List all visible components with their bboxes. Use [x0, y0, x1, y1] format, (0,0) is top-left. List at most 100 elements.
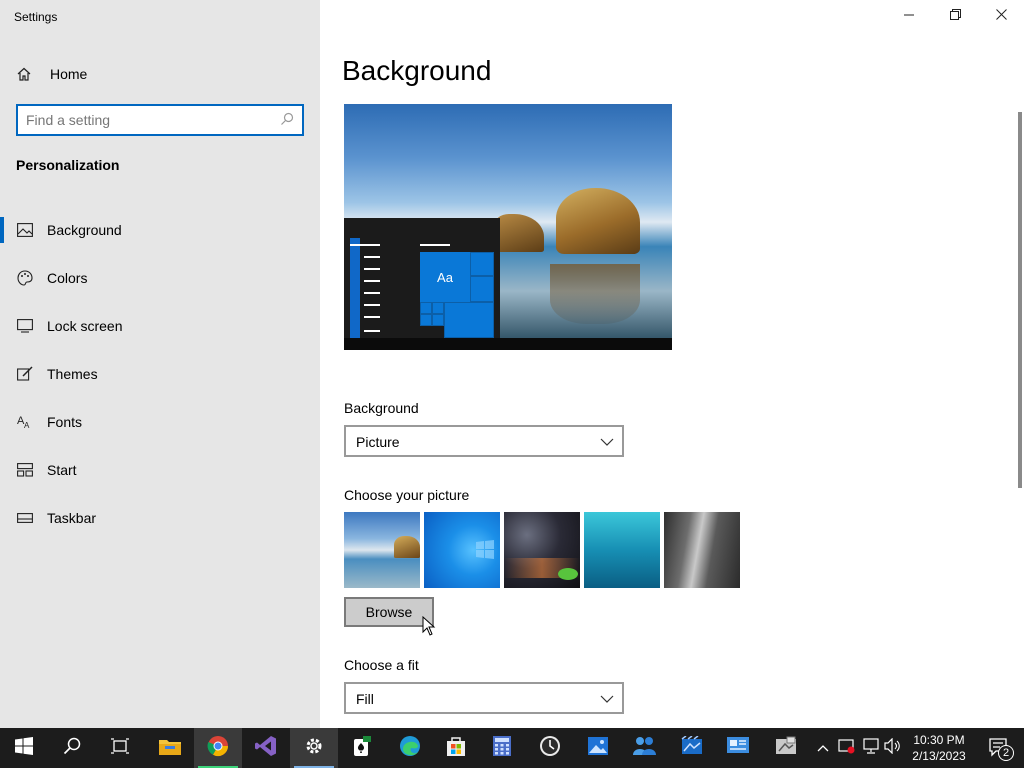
mouse-cursor-icon [422, 615, 436, 641]
taskbar-file-explorer[interactable] [146, 728, 194, 768]
people-icon [632, 735, 656, 762]
background-label: Background [344, 400, 419, 416]
preview-start-rail [350, 238, 360, 338]
close-icon [995, 7, 1007, 25]
action-center-button[interactable]: 2 [980, 728, 1020, 768]
preview-tile-aa: Aa [420, 252, 470, 302]
sidebar-item-colors[interactable]: Colors [0, 254, 320, 302]
taskbar-solitaire[interactable] [338, 728, 386, 768]
app-icon [726, 736, 750, 761]
preview-menu-line [364, 316, 380, 318]
preview-menu-line [364, 268, 380, 270]
sidebar-item-lock-screen[interactable]: Lock screen [0, 302, 320, 350]
calculator-icon [492, 735, 512, 762]
notification-icon: 2 [988, 737, 1014, 761]
taskbar-photos[interactable] [574, 728, 622, 768]
chevron-up-icon [817, 739, 829, 757]
task-view-icon [111, 737, 129, 759]
taskbar-chrome[interactable] [194, 728, 242, 768]
picture-thumb-windows-light[interactable] [424, 512, 500, 588]
preview-menu-line [364, 280, 380, 282]
sidebar-home[interactable]: Home [16, 62, 306, 86]
store-icon [445, 735, 467, 762]
sidebar-item-background[interactable]: Background [0, 206, 320, 254]
fit-dropdown[interactable]: Fill [344, 682, 624, 714]
tray-volume-button[interactable] [882, 728, 904, 768]
fit-dropdown-value: Fill [356, 691, 374, 707]
tray-security-button[interactable] [836, 728, 858, 768]
sidebar-item-themes[interactable]: Themes [0, 350, 320, 398]
picture-icon [17, 222, 33, 238]
browse-button[interactable]: Browse [344, 597, 434, 627]
taskbar-settings[interactable] [290, 728, 338, 768]
restore-icon [949, 7, 961, 25]
taskbar-clock[interactable]: 10:30 PM 2/13/2023 [906, 732, 972, 764]
taskbar-movies-tv[interactable] [668, 728, 716, 768]
choose-picture-label: Choose your picture [344, 487, 470, 503]
taskbar-store[interactable] [432, 728, 480, 768]
sidebar-item-label: Colors [47, 270, 88, 286]
notification-count-badge: 2 [998, 745, 1014, 761]
picture-thumb-night-sky[interactable] [504, 512, 580, 588]
sidebar-item-start[interactable]: Start [0, 446, 320, 494]
taskbar-visual-studio[interactable] [242, 728, 290, 768]
taskbar-search-button[interactable] [48, 728, 96, 768]
search-input[interactable] [26, 111, 276, 129]
palette-icon [17, 270, 33, 286]
taskbar-app[interactable] [714, 728, 762, 768]
search-icon [63, 737, 81, 760]
sidebar: Settings Home Personalization Background… [0, 0, 320, 728]
search-box[interactable] [16, 104, 304, 136]
preview-tile [432, 302, 444, 314]
app-title: Settings [14, 10, 58, 24]
sidebar-item-label: Fonts [47, 414, 83, 430]
preview-tile [420, 302, 432, 314]
taskbar-edge[interactable] [386, 728, 434, 768]
alarms-clock-icon [539, 735, 561, 762]
security-alert-icon [838, 738, 856, 759]
taskbar-alarms-clock[interactable] [526, 728, 574, 768]
preview-taskbar [344, 338, 672, 350]
movies-tv-icon [681, 734, 703, 761]
section-title: Personalization [16, 157, 120, 173]
restore-button[interactable] [932, 0, 978, 32]
taskbar: 10:30 PM 2/13/2023 2 [0, 728, 1024, 768]
sidebar-item-label: Lock screen [47, 318, 123, 334]
chrome-icon [207, 735, 229, 762]
solitaire-icon [351, 735, 373, 762]
minimize-button[interactable] [886, 0, 932, 32]
preview-tile [444, 302, 494, 338]
lock-screen-icon [17, 318, 33, 334]
tray-chevron-button[interactable] [812, 728, 834, 768]
home-icon [16, 66, 32, 82]
preview-reflection [550, 264, 640, 324]
tray-network-button[interactable] [860, 728, 882, 768]
sidebar-item-fonts[interactable]: AA Fonts [0, 398, 320, 446]
minimize-icon [904, 7, 914, 25]
picture-thumb-underwater[interactable] [584, 512, 660, 588]
taskbar-calculator[interactable] [478, 728, 526, 768]
brush-icon [17, 366, 33, 382]
preview-menu-line [364, 256, 380, 258]
taskbar-screen-snip[interactable] [762, 728, 810, 768]
start-button[interactable] [0, 728, 48, 768]
preview-tile [470, 276, 494, 302]
close-button[interactable] [978, 0, 1024, 32]
chevron-down-icon [600, 692, 614, 710]
chevron-down-icon [600, 435, 614, 453]
picture-thumb-waterfall[interactable] [664, 512, 740, 588]
preview-menu-line [364, 304, 380, 306]
file-explorer-icon [159, 737, 181, 760]
preview-tile [432, 314, 444, 326]
preview-rock [494, 214, 544, 252]
settings-icon [304, 736, 324, 761]
search-icon[interactable] [280, 112, 294, 131]
background-dropdown[interactable]: Picture [344, 425, 624, 457]
scrollbar[interactable] [1018, 112, 1022, 488]
taskbar-people[interactable] [620, 728, 668, 768]
preview-menu-line [420, 244, 450, 246]
volume-icon [884, 737, 902, 759]
sidebar-item-taskbar[interactable]: Taskbar [0, 494, 320, 542]
task-view-button[interactable] [96, 728, 144, 768]
picture-thumb-beach[interactable] [344, 512, 420, 588]
